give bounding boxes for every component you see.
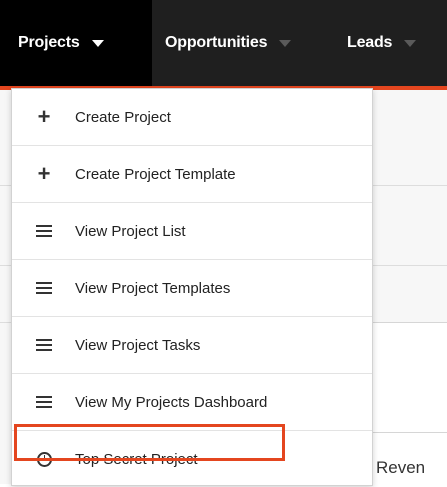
menu-item-label: Create Project (75, 108, 171, 126)
menu-item-view-project-templates[interactable]: View Project Templates (12, 260, 372, 317)
projects-dropdown-menu: + Create Project + Create Project Templa… (11, 88, 373, 486)
tab-leads-label: Leads (347, 34, 393, 51)
revenue-heading-partial: Reven (376, 458, 426, 477)
chevron-down-icon (279, 39, 292, 47)
menu-item-create-project[interactable]: + Create Project (12, 89, 372, 146)
top-navbar: Projects Opportunities Leads (0, 0, 447, 86)
plus-icon: + (37, 161, 51, 186)
menu-item-label: View Project List (75, 222, 186, 240)
tab-opportunities[interactable]: Opportunities (165, 0, 292, 86)
menu-item-label: View Project Templates (75, 279, 231, 297)
tab-projects[interactable]: Projects (0, 0, 152, 86)
list-icon (35, 336, 53, 354)
tab-opportunities-label: Opportunities (165, 34, 268, 51)
menu-item-label: View Project Tasks (75, 336, 201, 354)
menu-item-top-secret-project[interactable]: Top Secret Project (12, 431, 372, 487)
list-icon (35, 279, 53, 297)
tab-leads[interactable]: Leads (347, 0, 417, 86)
menu-item-label: Create Project Template (75, 165, 236, 183)
list-icon (35, 222, 53, 240)
background-panel (372, 322, 447, 433)
plus-icon: + (37, 104, 51, 129)
menu-item-label: View My Projects Dashboard (75, 393, 268, 411)
chevron-down-icon (91, 39, 104, 47)
menu-item-label: Top Secret Project (75, 450, 198, 468)
tab-projects-label: Projects (18, 34, 80, 51)
menu-item-view-project-list[interactable]: View Project List (12, 203, 372, 260)
menu-item-view-project-tasks[interactable]: View Project Tasks (12, 317, 372, 374)
menu-item-create-project-template[interactable]: + Create Project Template (12, 146, 372, 203)
clock-icon (35, 451, 53, 467)
menu-item-view-my-projects-dashboard[interactable]: View My Projects Dashboard (12, 374, 372, 431)
list-icon (35, 393, 53, 411)
chevron-down-icon (404, 39, 417, 47)
